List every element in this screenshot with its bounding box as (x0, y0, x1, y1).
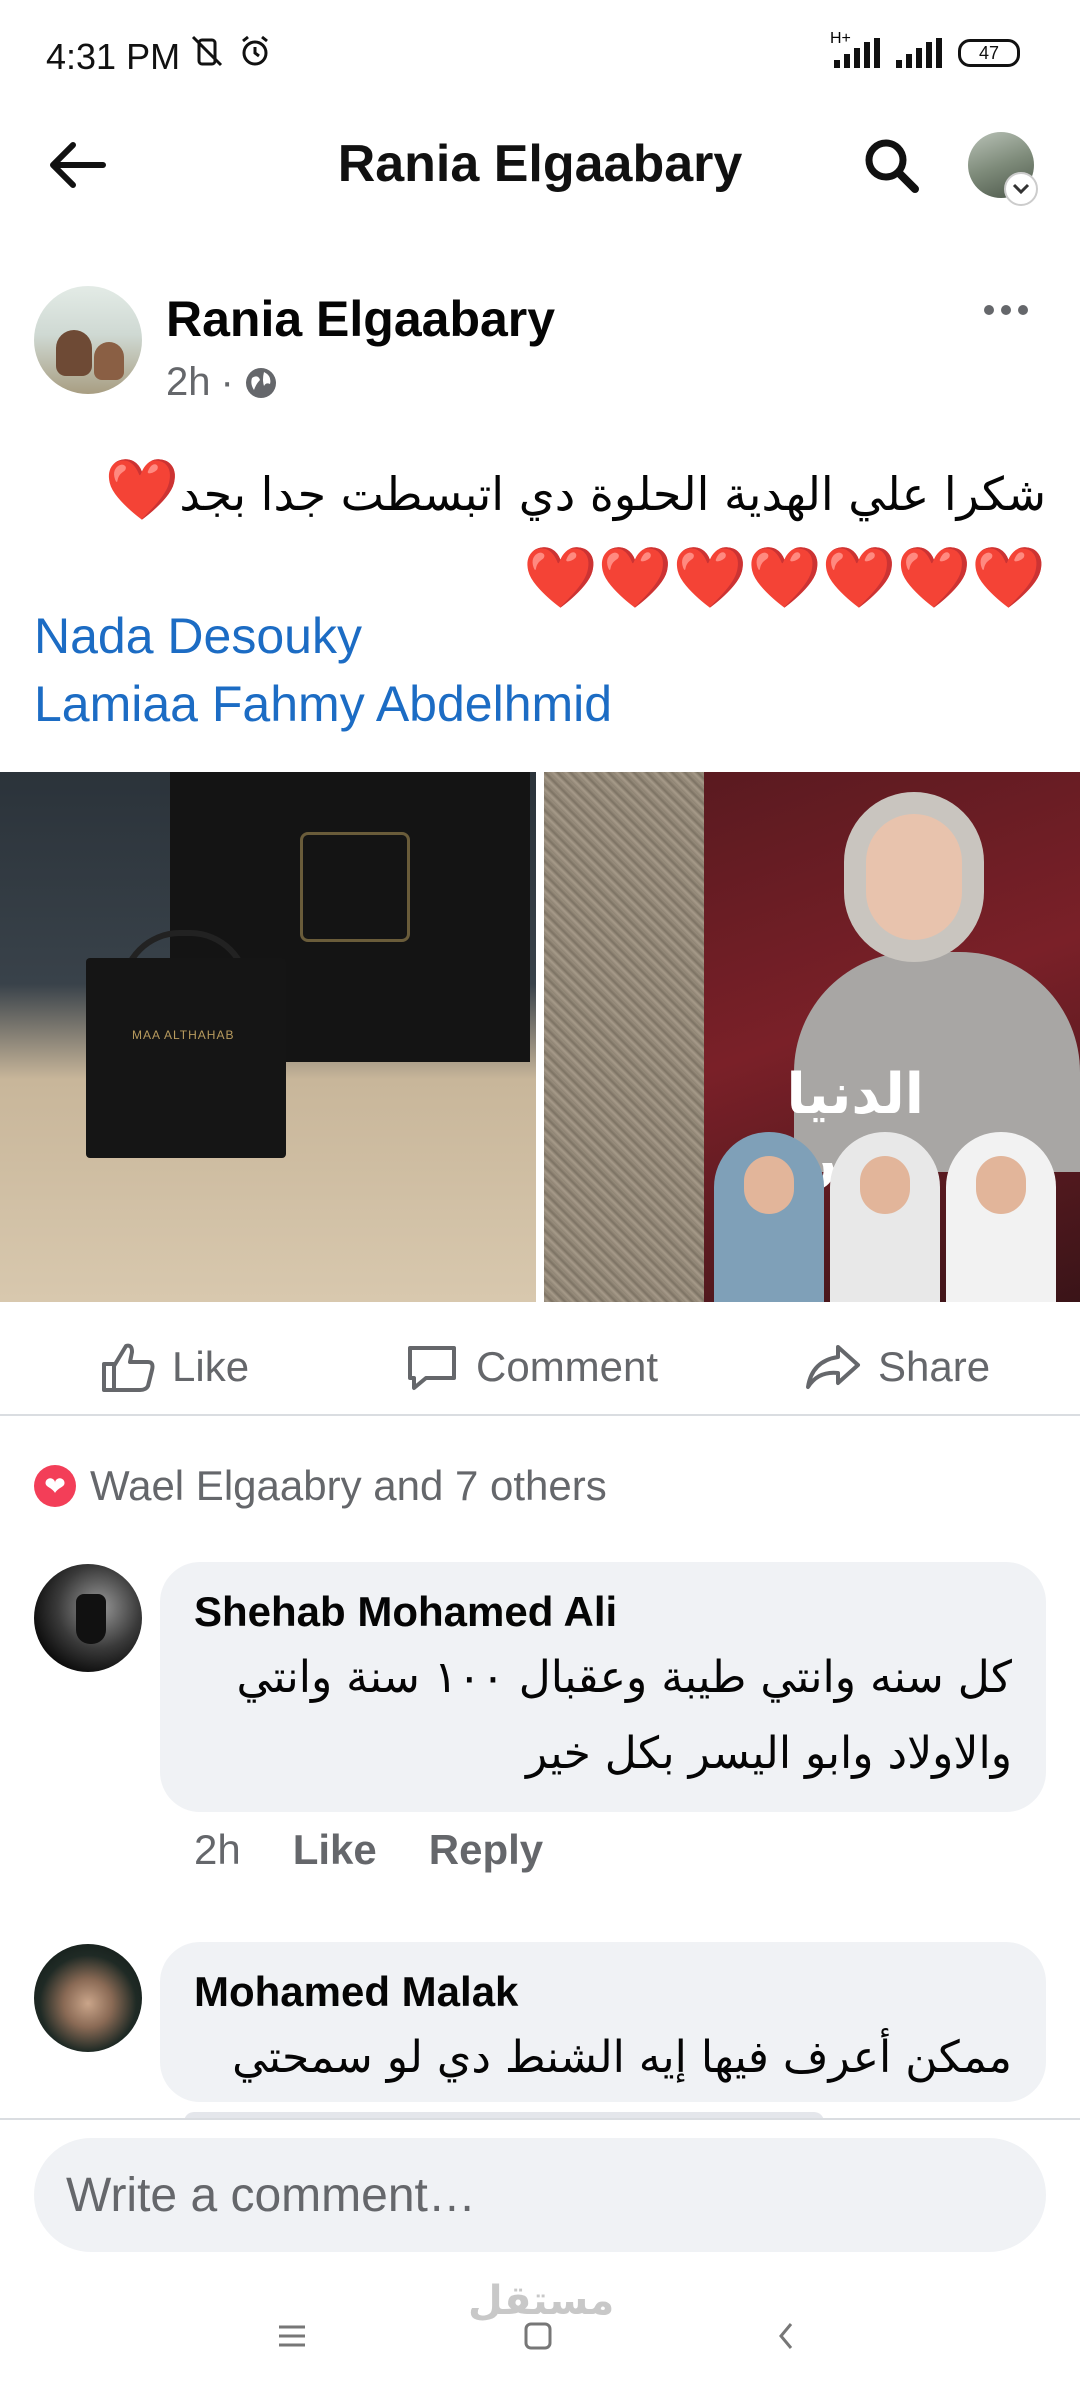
post-photo-gift-bags[interactable]: MAA ALTHAHAB (0, 772, 536, 1302)
tagged-people: Nada Desouky Lamiaa Fahmy Abdelhmid (34, 602, 612, 738)
comment-actions: 2h Like Reply (194, 1826, 543, 1874)
bag-logo (300, 832, 410, 942)
back-chevron-icon (779, 2323, 793, 2349)
comment-input[interactable]: Write a comment… (34, 2138, 1046, 2252)
commenter-avatar[interactable] (34, 1564, 142, 1672)
comment-label: Comment (476, 1343, 659, 1390)
post-time[interactable]: 2h (166, 360, 211, 405)
comment-composer-bar: Write a comment… (0, 2118, 1080, 2268)
globe-icon (245, 367, 276, 398)
tag-link[interactable]: Lamiaa Fahmy Abdelhmid (34, 670, 612, 738)
post-meta: 2h · (166, 360, 278, 405)
status-time: 4:31 PM (46, 36, 181, 77)
post-author-avatar[interactable] (34, 286, 142, 394)
post-text-line: شكرا علي الهدية الحلوة دي اتبسطت جدا بجد… (34, 448, 1046, 536)
network-type: H+ (830, 30, 851, 47)
person-figure (830, 1132, 940, 1302)
home-button[interactable] (508, 2308, 568, 2364)
comment-time: 2h (194, 1826, 241, 1873)
comment-reply-button[interactable]: Reply (429, 1826, 543, 1874)
meta-separator: · (220, 360, 234, 404)
signal-icon (896, 38, 942, 68)
status-icons-left (190, 34, 272, 68)
host-face (844, 792, 984, 962)
person-figure (946, 1132, 1056, 1302)
person-figure (714, 1132, 824, 1302)
gift-bag-small: MAA ALTHAHAB (86, 958, 286, 1158)
chevron-down-icon (1012, 183, 1030, 195)
mute-vibrate-icon (191, 35, 223, 67)
avatar-figure (76, 1594, 106, 1644)
status-icons-right: H+ 47 (830, 30, 1020, 68)
recent-apps-button[interactable] (262, 2308, 322, 2364)
comment-like-button[interactable]: Like (293, 1826, 377, 1874)
post-options-button[interactable] (966, 290, 1046, 330)
dot (984, 305, 994, 315)
comment-bubble[interactable]: Shehab Mohamed Ali كل سنه وانتي طيبة وعق… (160, 1562, 1046, 1812)
comment-text: ممكن أعرف فيها إيه الشنط دي لو سمحتي (232, 2032, 1012, 2083)
dot (1018, 305, 1028, 315)
app-header: Rania Elgaabary (0, 110, 1080, 220)
avatar-figure (94, 342, 124, 380)
home-square-icon (524, 2322, 552, 2350)
heart-emoji: ❤️ (104, 455, 180, 525)
search-icon (865, 139, 919, 193)
post-action-bar: Like Comment Share (0, 1318, 1080, 1416)
comment-text: والاولاد وابو اليسر بكل خير (526, 1728, 1012, 1779)
comment-author[interactable]: Shehab Mohamed Ali (194, 1584, 1012, 1640)
wall-texture (544, 772, 704, 1302)
battery-icon: 47 (958, 39, 1020, 67)
share-label: Share (878, 1343, 991, 1390)
comment-bubble[interactable]: Mohamed Malak ممكن أعرف فيها إيه الشنط د… (160, 1942, 1046, 2102)
search-button[interactable] (856, 130, 926, 200)
bag-brand-text: MAA ALTHAHAB (132, 1028, 235, 1042)
comment-button[interactable]: Comment (404, 1318, 658, 1416)
people-group (694, 1132, 1080, 1302)
reactions-text: Wael Elgaabry and 7 others (90, 1462, 607, 1509)
system-back-button[interactable] (756, 2308, 816, 2364)
thumbs-up-icon (102, 1343, 155, 1392)
dot (1001, 305, 1011, 315)
share-button[interactable]: Share (804, 1318, 990, 1416)
alarm-icon (242, 35, 268, 66)
profile-menu-button[interactable] (1004, 172, 1038, 206)
post-text-content: شكرا علي الهدية الحلوة دي اتبسطت جدا بجد (179, 467, 1046, 521)
post-photo-tv-banner[interactable]: الدنيا بخير (544, 772, 1080, 1302)
like-label: Like (172, 1343, 250, 1390)
reactions-summary[interactable]: ❤ Wael Elgaabry and 7 others (34, 1462, 607, 1510)
comment-text: كل سنه وانتي طيبة وعقبال ١٠٠ سنة وانتي (236, 1652, 1012, 1703)
signal-icon: H+ (830, 30, 880, 68)
tag-link[interactable]: Nada Desouky (34, 602, 612, 670)
comment-icon (408, 1346, 456, 1390)
post-photos: MAA ALTHAHAB الدنيا بخير (0, 772, 1080, 1302)
system-nav-bar: مستقل (0, 2268, 1080, 2400)
menu-icon (279, 2325, 305, 2347)
share-icon (806, 1345, 860, 1389)
post-author-name[interactable]: Rania Elgaabary (166, 290, 555, 348)
comment-author[interactable]: Mohamed Malak (194, 1964, 1012, 2020)
commenter-avatar[interactable] (34, 1944, 142, 2052)
love-reaction-icon: ❤ (34, 1465, 76, 1507)
post-text: شكرا علي الهدية الحلوة دي اتبسطت جدا بجد… (34, 448, 1046, 620)
avatar-figure (56, 330, 92, 376)
status-bar: 4:31 PM H+ 47 (0, 0, 1080, 110)
like-button[interactable]: Like (100, 1318, 249, 1416)
